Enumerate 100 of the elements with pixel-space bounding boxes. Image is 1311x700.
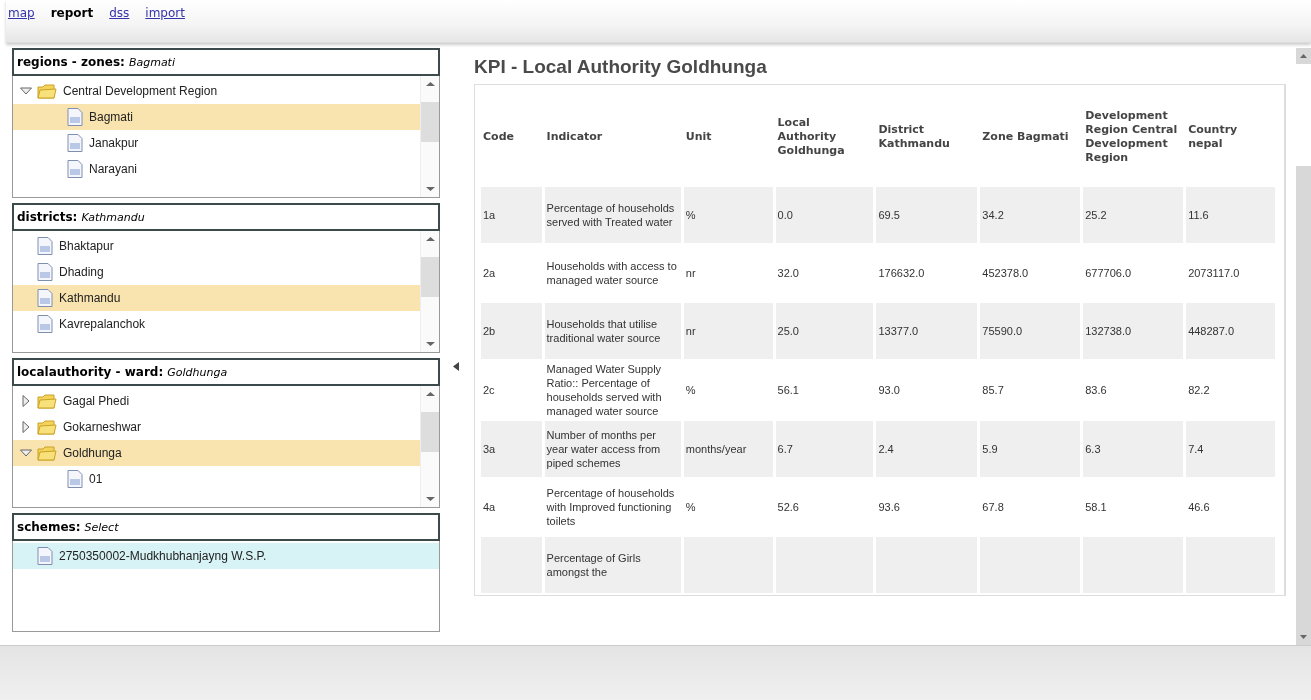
document-icon (37, 237, 53, 255)
folder-icon (37, 444, 57, 462)
tree-item[interactable]: Goldhunga (13, 440, 420, 466)
table-cell-text: 52.6 (776, 500, 800, 515)
document-icon (37, 315, 53, 333)
folder-icon (37, 392, 57, 410)
scrollbar[interactable] (420, 386, 439, 507)
table-cell: 1a (481, 187, 542, 243)
tree-item[interactable]: Gokarneshwar (13, 414, 420, 440)
column-header: Development Region Central Development Region (1084, 108, 1179, 166)
table-cell: Number of months per year water access from piped schemes (544, 421, 681, 477)
table-cell-text: 56.1 (776, 383, 800, 398)
scroll-thumb[interactable] (1296, 64, 1311, 166)
table-cell: 11.6 (1186, 187, 1275, 243)
folder-icon (37, 418, 57, 436)
nav-link[interactable]: report (50, 6, 94, 20)
table-cell: 34.2 (980, 187, 1081, 243)
document-icon (67, 108, 83, 126)
column-header: District Kathmandu (877, 122, 951, 152)
folder-icon (37, 82, 57, 100)
table-cell: 2.4 (876, 421, 978, 477)
panel-label: schemes: (17, 520, 81, 534)
tree-item[interactable]: 01 (13, 466, 420, 492)
table-cell: nr (683, 303, 773, 359)
table-cell-text: 176632.0 (877, 266, 926, 281)
scroll-thumb[interactable] (421, 256, 439, 297)
table-cell: Percentage of Girls amongst the (544, 537, 681, 593)
tree-item[interactable]: Janakpur (13, 130, 420, 156)
panel-value: Goldhunga (167, 365, 228, 379)
panel-label: localauthority - ward: (17, 365, 164, 379)
table-cell-text: 93.6 (877, 500, 901, 515)
expanded-icon[interactable] (20, 87, 32, 95)
table-cell-text: 2c (482, 383, 496, 398)
tree-item[interactable]: Gagal Phedi (13, 388, 420, 414)
column-header: Local Authority Goldhunga (776, 115, 846, 159)
scroll-thumb[interactable] (421, 101, 439, 142)
column-header: Country nepal (1187, 122, 1239, 152)
table-cell-text: % (684, 383, 697, 398)
collapsed-icon[interactable] (22, 421, 30, 433)
table-cell-text: 452378.0 (981, 266, 1030, 281)
table-cell-text: Households with access to managed water source (545, 259, 678, 288)
table-cell-text: 93.0 (877, 383, 901, 398)
table-cell-text: 2073117.0 (1187, 266, 1241, 281)
nav-link[interactable]: import (145, 6, 185, 20)
scrollbar[interactable] (420, 76, 439, 197)
tree-item[interactable]: Central Development Region (13, 78, 420, 104)
table-cell: 6.7 (775, 421, 874, 477)
table-cell: 25.2 (1083, 187, 1184, 243)
tree-item[interactable]: Bhaktapur (13, 233, 420, 259)
table-cell: 0.0 (775, 187, 874, 243)
expanded-icon[interactable] (20, 449, 32, 457)
table-cell: 3a (481, 421, 542, 477)
collapse-icon[interactable] (453, 362, 459, 371)
panel-value: Bagmati (128, 55, 175, 69)
column-header: Indicator (545, 129, 604, 145)
table-cell-text: 85.7 (981, 383, 1005, 398)
table-cell-text: 58.1 (1084, 500, 1108, 515)
panel-value: Select (84, 520, 119, 534)
table-cell: 6.3 (1083, 421, 1184, 477)
table-cell: 69.5 (876, 187, 978, 243)
table-cell: 132738.0 (1083, 303, 1184, 359)
table-cell-text: 677706.0 (1084, 266, 1133, 281)
tree-item[interactable]: Bagmati (13, 104, 420, 130)
table-cell-text: 4a (482, 500, 497, 515)
document-icon (67, 470, 83, 488)
table-cell: months/year (683, 421, 773, 477)
document-icon (37, 547, 53, 565)
table-cell-text: 67.8 (981, 500, 1005, 515)
table-cell: % (683, 187, 773, 243)
nav-link[interactable]: map (8, 6, 35, 20)
document-icon (37, 289, 53, 307)
scroll-thumb[interactable] (421, 411, 439, 452)
scrollbar[interactable] (420, 231, 439, 352)
table-cell-text: 2a (482, 266, 497, 281)
tree-item[interactable]: Dhading (13, 259, 420, 285)
report-title: KPI - Local Authority Goldhunga (474, 56, 767, 78)
tree-item[interactable]: Kathmandu (13, 285, 420, 311)
table-cell: 25.0 (775, 303, 874, 359)
table-cell: Households that utilise traditional water source (544, 303, 681, 359)
document-icon (67, 134, 83, 152)
table-cell: 7.4 (1186, 421, 1275, 477)
document-icon (37, 263, 53, 281)
table-cell: 5.9 (980, 421, 1081, 477)
table-cell-text: 83.6 (1084, 383, 1108, 398)
panel-value: Kathmandu (81, 210, 145, 224)
tree-item[interactable]: Kavrepalanchok (13, 311, 420, 337)
tree-item[interactable]: 2750350002-Mudkhubhanjayng W.S.P. (13, 543, 439, 569)
table-cell-text: Managed Water Supply Ratio:: Percentage of households served with managed water source (545, 362, 663, 419)
table-cell: 448287.0 (1186, 303, 1275, 359)
column-header: Zone Bagmati (981, 129, 1070, 145)
table-cell: 75590.0 (980, 303, 1081, 359)
panel-label: districts: (17, 210, 78, 224)
table-cell-text: Percentage of households with Improved functioning toilets (545, 486, 676, 529)
nav-link[interactable]: dss (109, 6, 130, 20)
table-cell-text: % (684, 500, 697, 515)
table-cell-text: 82.2 (1187, 383, 1211, 398)
tree-item[interactable]: Narayani (13, 156, 420, 182)
table-cell-text: 32.0 (776, 266, 800, 281)
scrollbar[interactable] (1296, 48, 1311, 645)
collapsed-icon[interactable] (22, 395, 30, 407)
